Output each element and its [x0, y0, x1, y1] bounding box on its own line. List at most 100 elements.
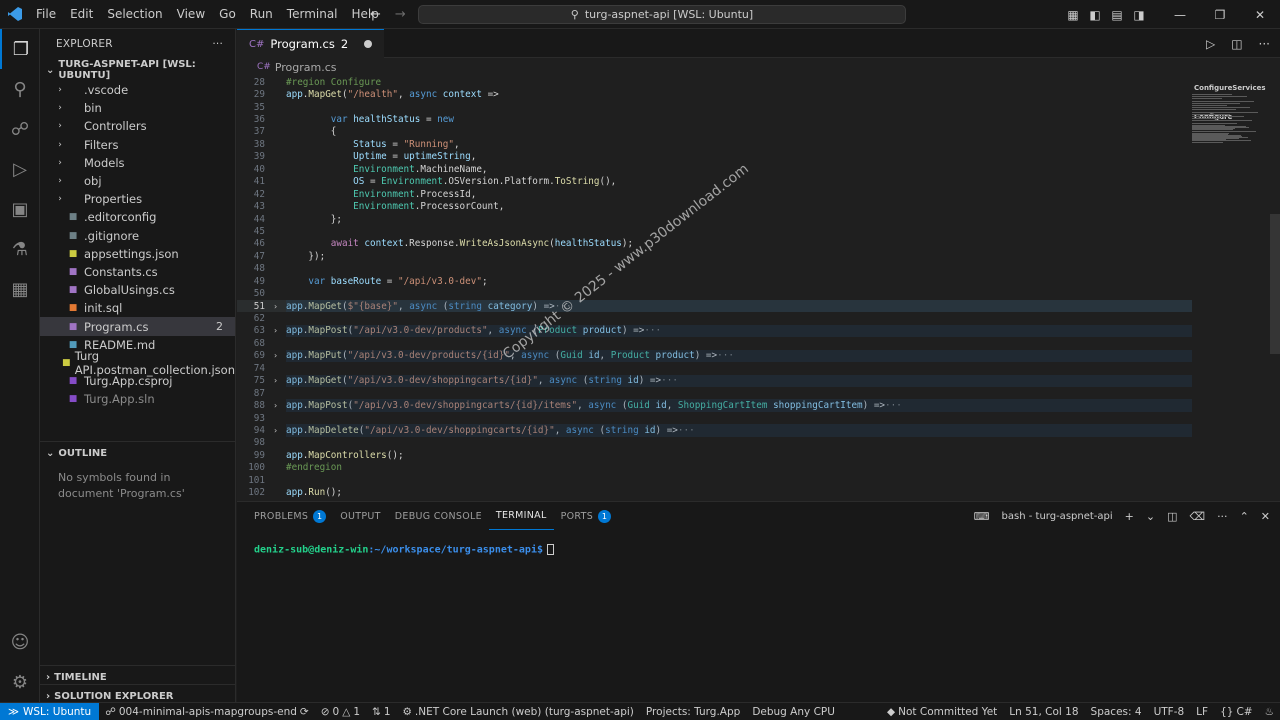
terminal-name[interactable]: bash - turg-aspnet-api	[1002, 511, 1113, 522]
file-item[interactable]: ■ init.sql	[40, 299, 235, 317]
back-arrow-icon[interactable]: ←	[370, 7, 381, 22]
customize-layout-icon[interactable]: ▦	[1062, 8, 1084, 22]
editor-scrollbar[interactable]	[1268, 76, 1280, 501]
folder-item[interactable]: › Models	[40, 154, 235, 172]
run-debug-icon[interactable]: ▷	[0, 149, 40, 189]
debug-config-item[interactable]: Debug Any CPU	[746, 706, 841, 718]
launch-item[interactable]: ⚙ .NET Core Launch (web) (turg-aspnet-ap…	[397, 706, 640, 718]
forward-arrow-icon[interactable]: →	[395, 7, 406, 22]
code-line[interactable]: 102 app.Run();	[237, 486, 1192, 498]
projects-item[interactable]: Projects: Turg.App	[640, 706, 746, 718]
more-actions-icon[interactable]: ···	[1259, 37, 1270, 51]
menu-file[interactable]: File	[29, 0, 63, 29]
chevron-down-icon[interactable]: ⌄	[1146, 510, 1155, 523]
breadcrumb[interactable]: C# Program.cs	[237, 58, 1280, 76]
file-item[interactable]: ■ .editorconfig	[40, 208, 235, 226]
folder-item[interactable]: › bin	[40, 99, 235, 117]
toggle-secondary-sidebar-icon[interactable]: ◨	[1128, 8, 1150, 22]
menu-edit[interactable]: Edit	[63, 0, 100, 29]
code-line[interactable]: 36 var healthStatus = new	[237, 113, 1192, 125]
tab-ports[interactable]: PORTS 1	[554, 502, 618, 530]
ports-item[interactable]: ⇅ 1	[366, 706, 397, 718]
code-line[interactable]: 69 › app.MapPut("/api/v3.0-dev/products/{i…	[237, 349, 1192, 363]
code-line[interactable]: 51 › app.MapGet($"{base}", async (string c…	[237, 299, 1192, 313]
tab-problems[interactable]: PROBLEMS 1	[247, 502, 333, 530]
code-line[interactable]: 28 #region Configure	[237, 76, 1192, 88]
fold-chevron-icon[interactable]: ›	[265, 426, 286, 435]
accounts-icon[interactable]: ☺	[0, 622, 40, 662]
code-line[interactable]: 93	[237, 412, 1192, 424]
branch-item[interactable]: ☍ 004-minimal-apis-mapgroups-end ⟳	[99, 706, 315, 718]
tab-output[interactable]: OUTPUT	[333, 502, 388, 530]
code-editor[interactable]: 28 #region Configure 29 app.MapGet("/health…	[237, 76, 1192, 501]
folder-item[interactable]: › obj	[40, 172, 235, 190]
code-line[interactable]: 50	[237, 287, 1192, 299]
folder-item[interactable]: › .vscode	[40, 81, 235, 99]
tab-terminal[interactable]: TERMINAL	[488, 502, 554, 530]
more-actions-icon[interactable]: ···	[1217, 510, 1228, 523]
close-icon[interactable]: ✕	[1240, 8, 1280, 22]
code-line[interactable]: 75 › app.MapGet("/api/v3.0-dev/shoppingcar…	[237, 374, 1192, 388]
toggle-panel-icon[interactable]: ▤	[1106, 8, 1128, 22]
notifications-item[interactable]: ♨	[1259, 706, 1280, 718]
code-line[interactable]: 94 › app.MapDelete("/api/v3.0-dev/shopping…	[237, 424, 1192, 438]
split-terminal-icon[interactable]: ◫	[1167, 510, 1177, 523]
code-line[interactable]: 100 #endregion	[237, 462, 1192, 474]
explorer-icon[interactable]: ❐	[0, 29, 40, 69]
code-line[interactable]: 39 Uptime = uptimeString,	[237, 151, 1192, 163]
more-actions-icon[interactable]: ···	[212, 38, 223, 50]
manage-gear-icon[interactable]: ⚙	[0, 662, 40, 702]
code-line[interactable]: 46 await context.Response.WriteAsJsonAsy…	[237, 238, 1192, 250]
remote-indicator[interactable]: ≫ WSL: Ubuntu	[0, 702, 100, 720]
commit-item[interactable]: ◆ Not Committed Yet	[881, 706, 1003, 718]
close-panel-icon[interactable]: ✕	[1261, 510, 1270, 523]
file-item[interactable]: ■ Constants.cs	[40, 263, 235, 281]
outline-section[interactable]: ⌄ OUTLINE	[40, 442, 235, 464]
file-item[interactable]: ■ Program.cs 2	[40, 317, 235, 336]
tab-program-cs[interactable]: C# Program.cs 2	[237, 29, 385, 58]
file-item[interactable]: ■ Turg API.postman_collection.json	[40, 349, 235, 377]
code-line[interactable]: 47 });	[237, 250, 1192, 262]
code-line[interactable]: 63 › app.MapPost("/api/v3.0-dev/products",…	[237, 324, 1192, 338]
file-item[interactable]: ■ GlobalUsings.cs	[40, 281, 235, 299]
menu-selection[interactable]: Selection	[100, 0, 169, 29]
code-line[interactable]: 40 Environment.MachineName,	[237, 163, 1192, 175]
fold-chevron-icon[interactable]: ›	[265, 351, 286, 360]
source-control-icon[interactable]: ☍	[0, 109, 40, 149]
cursor-position[interactable]: Ln 51, Col 18	[1003, 706, 1084, 718]
code-line[interactable]: 45	[237, 225, 1192, 237]
code-line[interactable]: 88 › app.MapPost("/api/v3.0-dev/shoppingca…	[237, 399, 1192, 413]
code-line[interactable]: 41 OS = Environment.OSVersion.Platform.T…	[237, 176, 1192, 188]
scrollbar-thumb[interactable]	[1270, 214, 1280, 354]
explorer-root[interactable]: ⌄ TURG-ASPNET-API [WSL: UBUNTU]	[40, 59, 235, 81]
code-line[interactable]: 48	[237, 263, 1192, 275]
code-line[interactable]: 43 Environment.ProcessorCount,	[237, 200, 1192, 212]
code-line[interactable]: 42 Environment.ProcessId,	[237, 188, 1192, 200]
menu-go[interactable]: Go	[212, 0, 243, 29]
code-line[interactable]: 99 app.MapControllers();	[237, 449, 1192, 461]
minimize-icon[interactable]: —	[1160, 8, 1200, 22]
command-center[interactable]: ⚲ turg-aspnet-api [WSL: Ubuntu]	[418, 5, 906, 24]
breadcrumb-file[interactable]: Program.cs	[275, 61, 337, 74]
file-item[interactable]: ■ .gitignore	[40, 227, 235, 245]
code-line[interactable]: 38 Status = "Running",	[237, 138, 1192, 150]
file-item[interactable]: ■ Turg.App.sln	[40, 390, 235, 408]
unsaved-dot-icon[interactable]	[364, 40, 373, 48]
code-line[interactable]: 35	[237, 101, 1192, 113]
testing-icon[interactable]: ⚗	[0, 229, 40, 269]
code-line[interactable]: 101	[237, 474, 1192, 486]
code-line[interactable]: 74	[237, 362, 1192, 374]
run-icon[interactable]: ▷	[1206, 37, 1215, 51]
fold-chevron-icon[interactable]: ›	[265, 401, 286, 410]
search-icon[interactable]: ⚲	[0, 69, 40, 109]
code-line[interactable]: 49 var baseRoute = "/api/v3.0-dev";	[237, 275, 1192, 287]
maximize-panel-icon[interactable]: ⌃	[1240, 510, 1249, 523]
code-line[interactable]: 98	[237, 437, 1192, 449]
file-item[interactable]: ■ appsettings.json	[40, 245, 235, 263]
extensions-icon[interactable]: ▦	[0, 269, 40, 309]
code-line[interactable]: 29 app.MapGet("/health", async context =>	[237, 88, 1192, 100]
encoding[interactable]: UTF-8	[1148, 706, 1191, 718]
fold-chevron-icon[interactable]: ›	[265, 326, 286, 335]
file-item[interactable]: ■ Turg.App.csproj	[40, 372, 235, 390]
tab-debug-console[interactable]: DEBUG CONSOLE	[388, 502, 489, 530]
